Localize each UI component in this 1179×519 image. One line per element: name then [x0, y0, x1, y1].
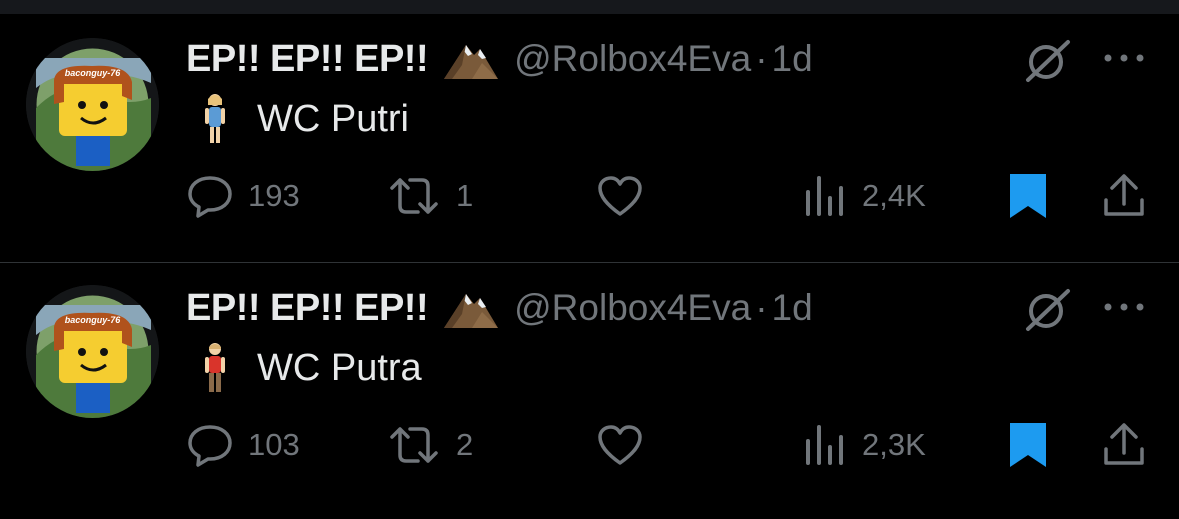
retweet-count: 1 — [456, 178, 474, 213]
mountain-icon — [442, 37, 500, 81]
tweet-header: EP!! EP!! EP!! @Rolbox4Eva · 1d — [186, 283, 813, 333]
retweet-icon — [390, 427, 438, 463]
mountain-icon — [442, 286, 500, 330]
share-icon — [1104, 423, 1144, 465]
bookmark-icon — [1010, 174, 1046, 218]
like-button[interactable] — [596, 170, 658, 222]
user-handle[interactable]: @Rolbox4Eva — [514, 287, 751, 329]
retweet-button[interactable]: 1 — [386, 170, 473, 222]
bookmark-icon — [1010, 423, 1046, 467]
timestamp[interactable]: 1d — [772, 38, 813, 80]
share-button[interactable] — [1100, 170, 1148, 222]
bookmark-button[interactable] — [1008, 419, 1048, 471]
man-standing-icon — [200, 342, 230, 394]
more-options-icon[interactable] — [1100, 38, 1148, 78]
woman-standing-icon — [200, 93, 230, 145]
timestamp[interactable]: 1d — [772, 287, 813, 329]
retweet-button[interactable]: 2 — [386, 419, 473, 471]
separator: · — [755, 38, 768, 79]
reply-icon — [188, 425, 232, 467]
more-options-icon[interactable] — [1100, 287, 1148, 327]
tweet[interactable]: baconguy-76 EP!! EP!! EP!! @Rolbox4Eva ·… — [0, 262, 1179, 511]
views-chart-icon — [806, 176, 843, 216]
action-bar: 103 2 2,3K — [0, 419, 1179, 471]
reply-icon — [188, 176, 232, 218]
grok-icon[interactable] — [1024, 285, 1072, 333]
bookmark-button[interactable] — [1008, 170, 1048, 222]
heart-icon — [598, 176, 642, 216]
share-button[interactable] — [1100, 419, 1148, 471]
view-count: 2,3K — [862, 427, 926, 462]
action-bar: 193 1 2,4K — [0, 170, 1179, 222]
display-name[interactable]: EP!! EP!! EP!! — [186, 287, 429, 330]
retweet-count: 2 — [456, 427, 474, 462]
user-handle[interactable]: @Rolbox4Eva — [514, 38, 751, 80]
views-button[interactable]: 2,3K — [804, 419, 926, 471]
avatar-image — [26, 285, 159, 418]
grok-icon[interactable] — [1024, 36, 1072, 84]
like-button[interactable] — [596, 419, 658, 471]
tweet-body: WC Putra — [200, 343, 422, 393]
top-bar — [0, 0, 1179, 14]
display-name[interactable]: EP!! EP!! EP!! — [186, 38, 429, 81]
reply-count: 193 — [248, 178, 300, 213]
avatar[interactable]: baconguy-76 — [26, 285, 159, 418]
tweet-text: WC Putri — [257, 97, 409, 140]
tweet-header: EP!! EP!! EP!! @Rolbox4Eva · 1d — [186, 34, 813, 84]
heart-icon — [598, 425, 642, 465]
separator: · — [755, 287, 768, 328]
views-chart-icon — [806, 425, 843, 465]
retweet-icon — [390, 178, 438, 214]
tweet-text: WC Putra — [257, 346, 422, 389]
reply-count: 103 — [248, 427, 300, 462]
reply-button[interactable]: 193 — [186, 170, 300, 222]
tweet-body: WC Putri — [200, 94, 409, 144]
avatar-tag: baconguy-76 — [64, 68, 121, 78]
reply-button[interactable]: 103 — [186, 419, 300, 471]
views-button[interactable]: 2,4K — [804, 170, 926, 222]
share-icon — [1104, 174, 1144, 216]
avatar[interactable]: baconguy-76 — [26, 38, 159, 171]
avatar-image — [26, 38, 159, 171]
tweet[interactable]: baconguy-76 EP!! EP!! EP!! @Rolbox4Eva ·… — [0, 14, 1179, 262]
avatar-tag: baconguy-76 — [64, 315, 121, 325]
view-count: 2,4K — [862, 178, 926, 213]
